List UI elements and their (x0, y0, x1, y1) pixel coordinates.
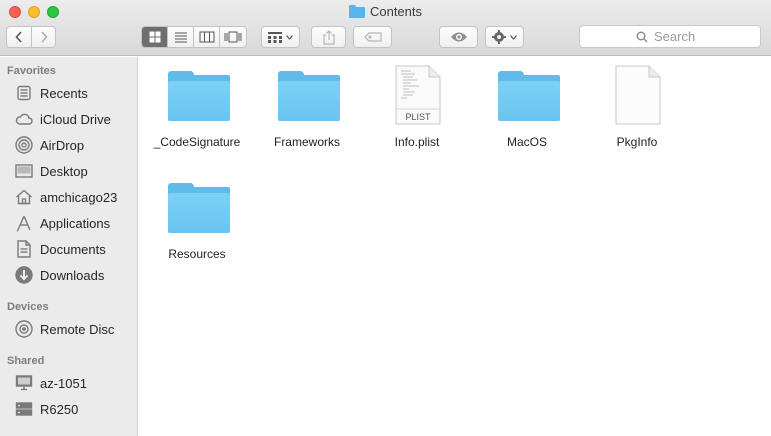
toolbar: Contents (0, 0, 771, 56)
sidebar-item-label: iCloud Drive (40, 111, 111, 127)
cloud-icon (14, 110, 33, 129)
forward-button[interactable] (32, 27, 56, 47)
file-name: Frameworks (273, 135, 340, 149)
folder-icon (498, 71, 560, 121)
sidebar-item-desktop[interactable]: Desktop (14, 161, 88, 181)
search-field[interactable] (579, 25, 761, 48)
folder-icon (278, 71, 340, 121)
file-name: PkgInfo (616, 135, 658, 149)
icon-view-icon (149, 31, 160, 43)
eye-icon (450, 32, 467, 42)
file-item-macos[interactable]: MacOS (472, 57, 582, 157)
plist-document-icon: PLIST (395, 65, 441, 125)
folder-icon (168, 183, 230, 233)
file-item-info-plist[interactable]: PLIST Info.plist (362, 57, 472, 157)
sidebar: Favorites Recents iCloud Drive AirDrop D… (0, 57, 138, 436)
sidebar-item-label: Documents (40, 241, 106, 257)
desktop-icon (14, 162, 33, 181)
folder-icon (348, 5, 365, 18)
sidebar-item-label: Remote Disc (40, 321, 115, 337)
folder-icon (168, 71, 230, 121)
disc-icon (14, 320, 33, 339)
recents-icon (14, 84, 33, 103)
list-view-button[interactable] (168, 27, 194, 47)
sidebar-item-label: R6250 (40, 401, 79, 417)
downloads-icon (14, 266, 33, 285)
tag-button[interactable] (353, 26, 392, 48)
sidebar-item-home[interactable]: amchicago23 (14, 187, 117, 207)
sidebar-item-remote-disc[interactable]: Remote Disc (14, 319, 114, 339)
chevron-down-icon (510, 34, 517, 40)
sidebar-section-favorites: Favorites (7, 65, 56, 77)
file-name: Resources (168, 247, 226, 261)
file-item-pkginfo[interactable]: PkgInfo (582, 57, 692, 157)
applications-icon (14, 214, 33, 233)
share-icon (322, 29, 335, 45)
file-name: _CodeSignature (153, 135, 241, 149)
chevron-left-icon (14, 31, 22, 43)
window-title-text: Contents (369, 4, 423, 19)
column-view-button[interactable] (194, 27, 220, 47)
sidebar-section-shared: Shared (7, 355, 45, 367)
sidebar-section-devices: Devices (7, 301, 49, 313)
sidebar-item-label: az-1051 (40, 375, 87, 391)
share-button[interactable] (311, 26, 346, 48)
sidebar-item-downloads[interactable]: Downloads (14, 265, 104, 285)
chevron-right-icon (40, 31, 48, 43)
tag-icon (363, 32, 382, 42)
sidebar-item-airdrop[interactable]: AirDrop (14, 135, 84, 155)
finder-window: Contents Search Favorites Recents iCloud… (0, 0, 771, 436)
sidebar-item-label: AirDrop (40, 137, 85, 153)
file-name: Info.plist (394, 135, 440, 149)
sidebar-item-az-1051[interactable]: az-1051 (14, 373, 87, 393)
file-name: MacOS (506, 135, 547, 149)
cover-flow-icon (224, 31, 242, 43)
sidebar-item-label: Applications (40, 215, 111, 231)
view-mode-control (141, 26, 247, 48)
sidebar-item-recents[interactable]: Recents (14, 83, 88, 103)
sidebar-item-label: Downloads (40, 267, 105, 283)
sidebar-item-applications[interactable]: Applications (14, 213, 110, 233)
file-item-resources[interactable]: Resources (142, 169, 252, 269)
chevron-down-icon (286, 34, 293, 40)
sidebar-item-label: Recents (40, 85, 88, 101)
sidebar-item-r6250[interactable]: R6250 (14, 399, 78, 419)
back-button[interactable] (7, 27, 32, 47)
column-view-icon (199, 31, 214, 43)
computer-icon (14, 374, 33, 393)
search-icon (636, 31, 648, 42)
file-type-badge: PLIST (405, 112, 431, 122)
sidebar-item-label: Desktop (40, 163, 88, 179)
server-icon (14, 400, 33, 419)
arrange-button[interactable] (261, 26, 300, 48)
airdrop-icon (14, 136, 33, 155)
sidebar-item-icloud-drive[interactable]: iCloud Drive (14, 109, 111, 129)
file-browser-icon-view: _CodeSignature Frameworks PLIST Info.pli… (139, 57, 771, 436)
arrange-icon (268, 31, 282, 43)
list-view-icon (174, 32, 187, 43)
window-title: Contents (0, 4, 771, 21)
documents-icon (14, 240, 33, 259)
file-item-codesignature[interactable]: _CodeSignature (142, 57, 252, 157)
file-item-frameworks[interactable]: Frameworks (252, 57, 362, 157)
home-icon (14, 188, 33, 207)
back-forward-control (6, 26, 56, 48)
gear-icon (492, 30, 506, 44)
document-icon (615, 65, 661, 125)
icon-view-button[interactable] (142, 27, 168, 47)
search-input[interactable] (654, 29, 704, 44)
quick-look-button[interactable] (439, 26, 478, 48)
action-button[interactable] (485, 26, 524, 48)
sidebar-item-documents[interactable]: Documents (14, 239, 106, 259)
sidebar-item-label: amchicago23 (40, 189, 118, 205)
cover-flow-button[interactable] (220, 27, 246, 47)
